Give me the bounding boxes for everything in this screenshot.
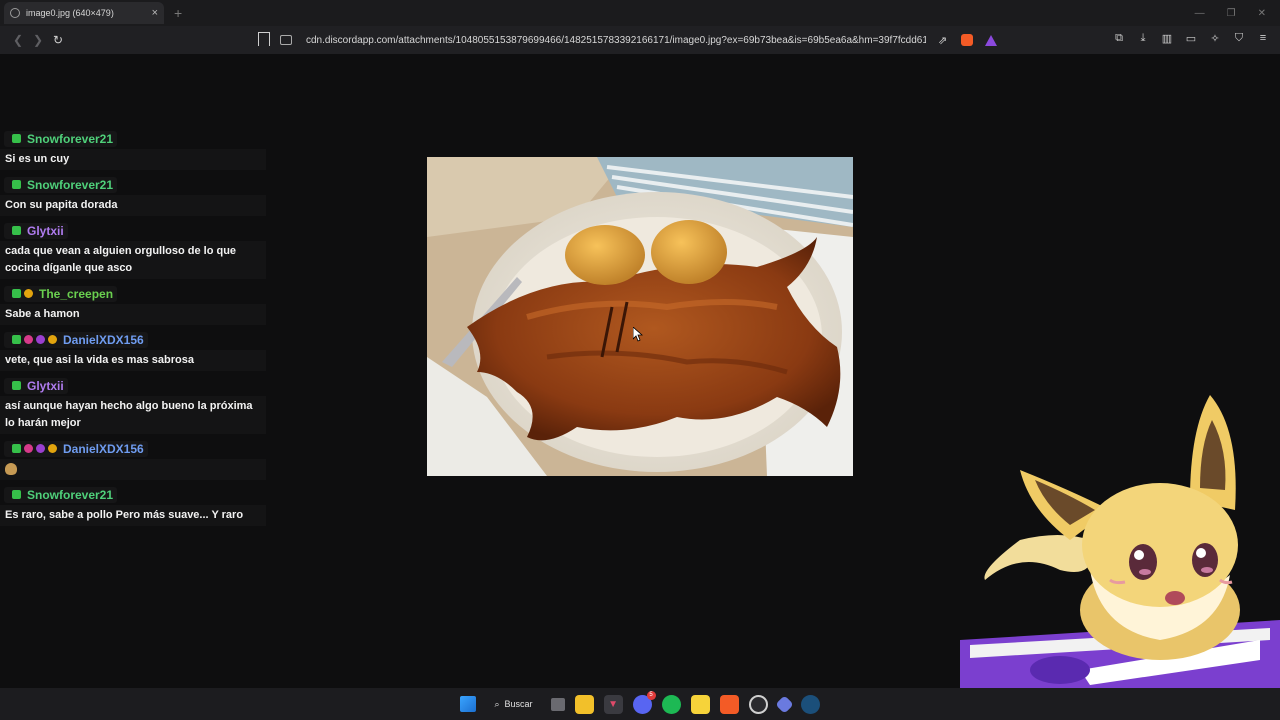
chat-message: The_creepen Sabe a hamon <box>0 285 266 325</box>
chat-message: DanielXDX156 vete, que asi la vida es mas… <box>0 331 266 371</box>
download-icon[interactable]: ⤓ <box>1136 32 1150 45</box>
screen: image0.jpg (640×479) × + — ❐ ✕ ❮ ❯ ↻ cdn… <box>0 0 1280 720</box>
brave-icon[interactable] <box>719 694 739 714</box>
steam-icon[interactable] <box>800 694 820 714</box>
address-bar[interactable]: cdn.discordapp.com/attachments/104805515… <box>280 30 1000 50</box>
spotify-icon[interactable] <box>661 694 681 714</box>
chat-message: Glytxii cada que vean a alguien orgulloso… <box>0 222 266 279</box>
close-window-icon[interactable]: ✕ <box>1258 8 1266 19</box>
share-icon[interactable]: ⇗ <box>938 34 947 47</box>
browser-toolbar: ❮ ❯ ↻ cdn.discordapp.com/attachments/104… <box>0 26 1280 54</box>
forward-arrow-icon[interactable]: ❯ <box>28 33 48 47</box>
chat-badge-icon <box>12 335 21 344</box>
menu-icon[interactable]: ≡ <box>1256 32 1270 45</box>
chat-emote-icon <box>5 463 17 476</box>
minimize-icon[interactable]: — <box>1195 8 1205 19</box>
sidebar-icon[interactable]: ▥ <box>1160 32 1174 45</box>
chat-badge-icon <box>12 381 21 390</box>
browser-tab[interactable]: image0.jpg (640×479) × <box>4 2 164 24</box>
chat-message-text: Si es un cuy <box>0 149 266 170</box>
taskbar: ⌕ Buscar ▼ 5 <box>0 688 1280 720</box>
chat-badge-icon <box>48 335 57 344</box>
chat-message-text: Con su papita dorada <box>0 195 266 216</box>
chat-message-text: Sabe a hamon <box>0 304 266 325</box>
chat-username-row: The_creepen <box>4 285 118 302</box>
vtuber-mascot <box>960 395 1280 688</box>
taskbar-search-label: Buscar <box>504 699 533 709</box>
displayed-image <box>427 157 853 476</box>
chat-message: Snowforever21 Es raro, sabe a pollo Pero … <box>0 486 266 526</box>
chat-badge-icon <box>12 444 21 453</box>
discord-notification-badge: 5 <box>646 690 656 700</box>
leo-ai-icon[interactable]: ✧ <box>1208 32 1222 45</box>
chat-message-text: así aunque hayan hecho algo bueno la pró… <box>0 396 266 434</box>
chat-username[interactable]: Snowforever21 <box>27 488 113 502</box>
chat-username-row: Glytxii <box>4 377 68 394</box>
file-explorer-icon[interactable] <box>574 694 594 714</box>
chat-username[interactable]: Glytxii <box>27 379 64 393</box>
browser-tab-bar: image0.jpg (640×479) × + — ❐ ✕ <box>0 0 1280 26</box>
chat-message: Snowforever21 Si es un cuy <box>0 130 266 170</box>
chat-message-text: vete, que asi la vida es mas sabrosa <box>0 350 266 371</box>
taskbar-search-button[interactable]: ⌕ Buscar <box>486 693 540 715</box>
chat-message-text: Es raro, sabe a pollo Pero más suave... … <box>0 505 266 526</box>
globe-icon <box>10 8 20 18</box>
chat-username[interactable]: Glytxii <box>27 224 64 238</box>
brave-shields-icon[interactable] <box>961 34 974 46</box>
chat-badge-icon <box>12 490 21 499</box>
site-info-icon[interactable] <box>280 35 292 45</box>
vpn-shield-icon[interactable]: ⛉ <box>1232 32 1246 45</box>
obs-icon[interactable] <box>748 694 768 714</box>
chat-badge-icon <box>36 335 45 344</box>
chat-message: Snowforever21 Con su papita dorada <box>0 176 266 216</box>
bookmark-icon[interactable] <box>258 32 270 46</box>
chat-badge-icon <box>24 444 33 453</box>
chat-message-text <box>0 459 266 480</box>
chat-username[interactable]: DanielXDX156 <box>63 333 144 347</box>
chat-overlay: Snowforever21 Si es un cuy Snowforever21 Co… <box>0 130 266 532</box>
chat-username-row: Snowforever21 <box>4 486 118 503</box>
chat-badge-icon <box>36 444 45 453</box>
chat-message-text: cada que vean a alguien orgulloso de lo … <box>0 241 266 279</box>
close-tab-icon[interactable]: × <box>152 7 158 19</box>
search-icon: ⌕ <box>494 698 500 709</box>
chat-badge-icon <box>12 134 21 143</box>
chat-username[interactable]: Snowforever21 <box>27 178 113 192</box>
chat-username-row: DanielXDX156 <box>4 331 148 348</box>
maximize-icon[interactable]: ❐ <box>1227 8 1236 19</box>
chat-username[interactable]: DanielXDX156 <box>63 442 144 456</box>
task-view-icon[interactable] <box>550 697 565 711</box>
sticky-notes-icon[interactable] <box>690 694 710 714</box>
food-photo <box>427 157 853 476</box>
mouse-cursor-icon <box>633 327 643 342</box>
reload-icon[interactable]: ↻ <box>48 33 68 47</box>
chat-badge-icon <box>24 335 33 344</box>
discord-icon[interactable]: 5 <box>632 690 656 714</box>
chat-username-row: Glytxii <box>4 222 68 239</box>
windows-start-icon[interactable] <box>460 696 477 712</box>
chat-message: DanielXDX156 <box>0 440 266 480</box>
app-diamond-icon[interactable] <box>774 694 794 714</box>
new-tab-button[interactable]: + <box>174 5 182 21</box>
chat-username[interactable]: Snowforever21 <box>27 132 113 146</box>
chat-username-row: Snowforever21 <box>4 130 118 147</box>
chat-username-row: DanielXDX156 <box>4 440 148 457</box>
url-text[interactable]: cdn.discordapp.com/attachments/104805515… <box>306 35 926 46</box>
chat-badge-icon <box>12 226 21 235</box>
chat-badge-icon <box>12 289 21 298</box>
toolbar-right: ⧉ ⤓ ▥ ▭ ✧ ⛉ ≡ <box>1112 32 1270 45</box>
chat-username-row: Snowforever21 <box>4 176 118 193</box>
tab-title: image0.jpg (640×479) <box>26 8 114 18</box>
wallet-icon[interactable]: ▭ <box>1184 32 1198 45</box>
back-arrow-icon[interactable]: ❮ <box>8 33 28 47</box>
chat-badge-icon <box>48 444 57 453</box>
screenshot-icon[interactable]: ⧉ <box>1112 32 1126 45</box>
chat-badge-icon <box>12 180 21 189</box>
app-icon[interactable]: ▼ <box>603 694 623 714</box>
brave-rewards-icon[interactable] <box>985 34 998 46</box>
chat-message: Glytxii así aunque hayan hecho algo bueno… <box>0 377 266 434</box>
chat-username[interactable]: The_creepen <box>39 287 113 301</box>
window-controls: — ❐ ✕ <box>1195 0 1280 26</box>
chat-badge-icon <box>24 289 33 298</box>
